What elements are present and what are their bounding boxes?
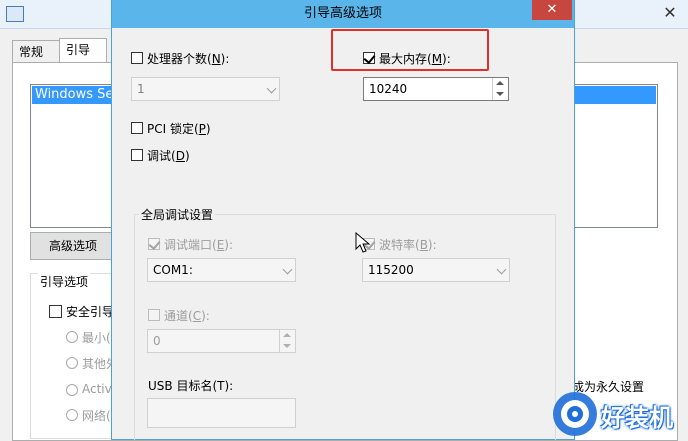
watermark-logo-icon [553,392,597,436]
chevron-down-icon [282,264,293,275]
spin-down-icon[interactable] [283,344,291,348]
processor-count-value: 1 [137,82,145,96]
radio-active-directory-label: Activ [82,382,112,396]
channel-value: 0 [153,334,161,348]
radio-network-label: 网络( [82,409,111,423]
processor-count-checkbox[interactable] [131,52,143,64]
debug-port-value: COM1: [153,263,193,277]
boot-options-title: 引导选项 [38,273,91,290]
safe-boot-label: 安全引导 [66,305,115,319]
safe-boot-checkbox[interactable] [49,305,62,318]
dialog-title: 引导高级选项 [303,6,382,21]
debug-port-label: 调试端口(E): [164,238,234,252]
usb-target-input[interactable] [147,398,296,428]
channel-stepper[interactable]: 0 [147,329,296,353]
watermark-text: 好装机 [601,404,673,432]
chevron-down-icon [266,83,277,94]
debug-port-select[interactable]: COM1: [147,258,296,282]
max-memory-stepper[interactable]: 10240 [363,77,509,101]
dialog-titlebar: 引导高级选项 ✕ [112,0,574,28]
baud-rate-label: 波特率(B): [379,238,437,252]
usb-target-label: USB 目标名(T): [148,379,234,393]
radio-alternate-shell[interactable] [66,357,78,369]
mouse-cursor-icon [355,232,371,253]
radio-minimal[interactable] [66,331,78,343]
spin-buttons[interactable] [279,330,295,352]
highlight-box [331,29,489,71]
chevron-down-icon [496,264,507,275]
radio-active-directory[interactable] [66,384,78,396]
radio-minimal-label: 最小( [82,331,111,345]
pci-lock-label: PCI 锁定(P) [147,122,211,136]
debug-port-checkbox[interactable] [148,238,160,250]
background-close-icon[interactable]: ✕ [658,4,682,22]
baud-rate-value: 115200 [368,263,414,277]
pci-lock-checkbox[interactable] [131,122,143,134]
baud-rate-select[interactable]: 115200 [362,258,510,282]
channel-label: 通道(C): [164,309,210,323]
global-debug-settings-title: 全局调试设置 [139,206,216,223]
processor-count-select[interactable]: 1 [131,77,280,101]
spin-down-icon[interactable] [496,92,504,96]
radio-network[interactable] [66,409,78,421]
max-memory-value: 10240 [369,82,408,96]
spin-buttons[interactable] [492,78,508,100]
tab-general[interactable]: 常规 [12,40,62,63]
debug-label: 调试(D) [147,149,190,163]
watermark: 好装机 [549,386,688,439]
spin-up-icon[interactable] [496,81,504,85]
tab-boot[interactable]: 引导 [59,38,107,64]
debug-checkbox[interactable] [131,149,143,161]
app-icon [6,6,24,22]
processor-count-label: 处理器个数(N): [147,52,230,66]
advanced-options-button[interactable]: 高级选项 [30,232,116,260]
dialog-close-icon[interactable]: ✕ [532,0,572,20]
spin-up-icon[interactable] [283,333,291,337]
channel-checkbox[interactable] [148,309,160,321]
